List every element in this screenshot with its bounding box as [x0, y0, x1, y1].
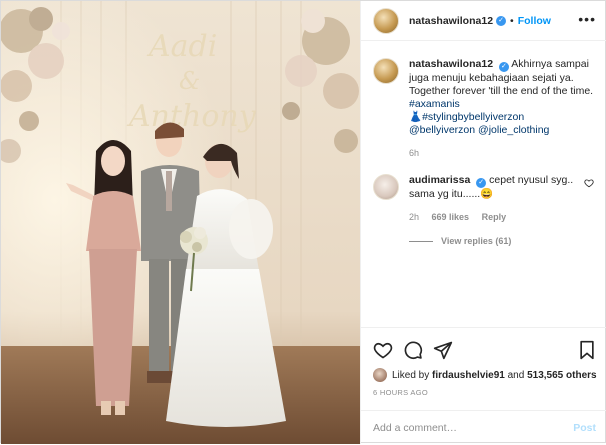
post-timestamp[interactable]: 6 HOURS AGO [373, 388, 428, 397]
comment-like-heart-icon[interactable] [584, 178, 594, 188]
liker-username[interactable]: firdaushelvie91 [432, 370, 505, 381]
post-side-panel: natashawilona12 ✓ • Follow ••• natashawi… [360, 1, 606, 444]
mention-jolie-clothing[interactable]: @jolie_clothing [478, 124, 549, 136]
caption-meta: 6h [409, 147, 596, 160]
share-icon[interactable] [433, 340, 453, 360]
liked-middle: and [507, 369, 525, 381]
comment-meta: 2h 669 likes Reply [409, 211, 596, 224]
post-comment-button[interactable]: Post [573, 422, 596, 434]
save-button[interactable] [578, 340, 596, 360]
verified-icon: ✓ [496, 15, 507, 26]
likes-count[interactable]: 513,565 others [527, 370, 597, 381]
comment-body: audimarissa ✓ cepet nyusul syg.. sama yg… [409, 174, 596, 224]
liked-by: Liked by firdaushelvie91 and 513,565 oth… [373, 368, 597, 382]
backdrop-ampersand: & [179, 67, 200, 95]
author-avatar[interactable] [373, 7, 399, 34]
comment-icon[interactable] [403, 340, 423, 360]
backdrop-name-1: Aadi [146, 29, 217, 64]
comment-input[interactable] [373, 422, 574, 434]
reply-button[interactable]: Reply [482, 212, 507, 222]
backdrop-name-2: Anthony [126, 99, 257, 134]
post-header: natashawilona12 ✓ • Follow ••• [361, 1, 606, 41]
author-username[interactable]: natashawilona12 [409, 15, 493, 27]
comment-likes[interactable]: 669 likes [432, 212, 470, 222]
caption-time: 6h [409, 148, 420, 158]
follow-button[interactable]: Follow [518, 15, 551, 27]
actions-section: Liked by firdaushelvie91 and 513,565 oth… [361, 327, 606, 444]
hashtag-axamanis[interactable]: #axamanis [409, 98, 460, 110]
view-replies-button[interactable]: View replies (61) [409, 236, 596, 246]
caption: natashawilona12 ✓ Akhirnya sampai juga m… [373, 58, 596, 160]
post-dialog: Aadi & Anthony natashawilona12 ✓ • Follo… [0, 0, 606, 444]
hashtag-styling[interactable]: #stylingbybellyiverzon [422, 111, 524, 123]
caption-body: natashawilona12 ✓ Akhirnya sampai juga m… [409, 58, 596, 160]
dress-emoji: 👗 [409, 111, 423, 123]
comments-list[interactable]: natashawilona12 ✓ Akhirnya sampai juga m… [361, 42, 606, 327]
heart-icon[interactable] [373, 340, 393, 360]
wedding-photo-illustration: Aadi & Anthony [1, 1, 360, 444]
liked-prefix: Liked by [392, 369, 430, 381]
mention-bellyiverzon[interactable]: @bellyiverzon [409, 124, 475, 136]
verified-icon: ✓ [498, 62, 509, 72]
post-photo[interactable]: Aadi & Anthony [1, 1, 360, 444]
comment-item: audimarissa ✓ cepet nyusul syg.. sama yg… [373, 174, 596, 224]
caption-avatar[interactable] [373, 58, 399, 84]
header-separator: • [510, 14, 514, 27]
caption-username[interactable]: natashawilona12 [409, 58, 493, 70]
add-comment-bar: Post [361, 410, 606, 445]
action-icons [373, 340, 453, 360]
comment-time: 2h [409, 212, 420, 222]
more-options-icon[interactable]: ••• [578, 12, 596, 26]
liker-avatar[interactable] [373, 368, 387, 382]
view-replies-label: View replies (61) [441, 236, 512, 246]
commenter-username[interactable]: audimarissa [409, 174, 470, 186]
replies-divider-line [409, 240, 433, 242]
commenter-avatar[interactable] [373, 174, 399, 200]
save-icon [580, 340, 594, 360]
verified-icon: ✓ [476, 178, 487, 188]
